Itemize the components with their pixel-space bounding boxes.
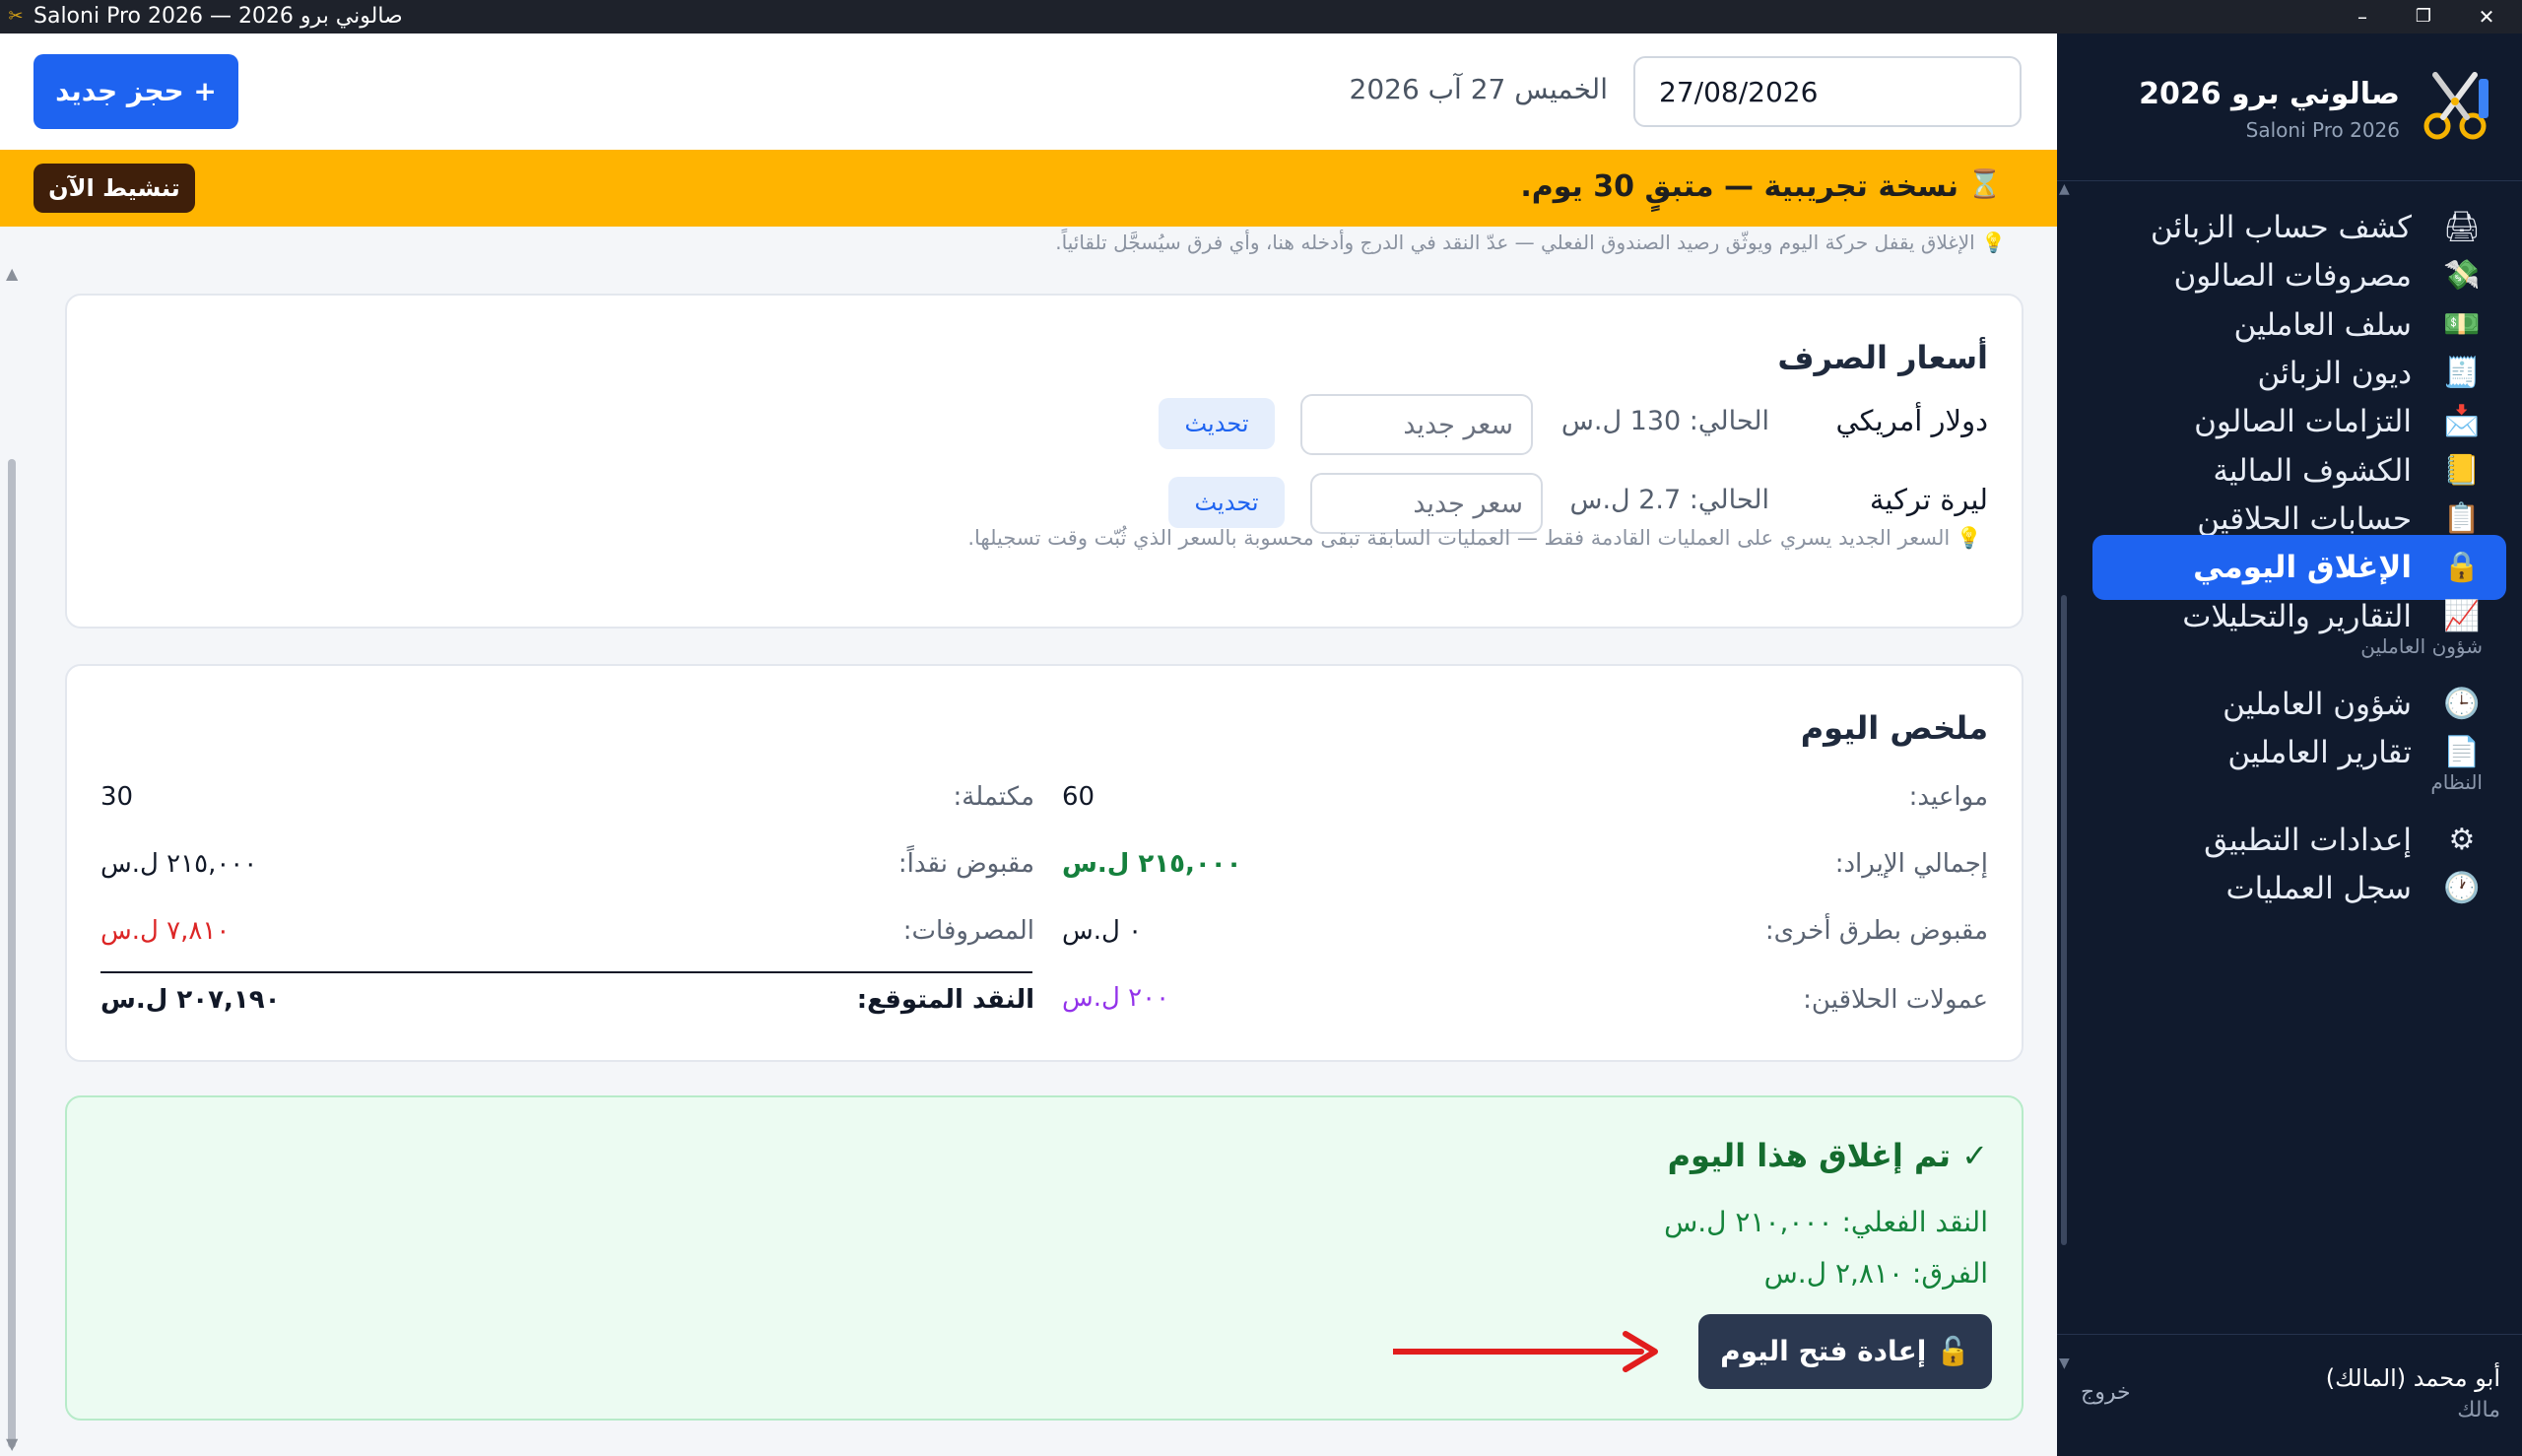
expected-cash-value: ٢٠٧,١٩٠ ل.س [100,985,281,1015]
expenses-label: المصروفات: [902,916,1034,946]
rate-input-usd[interactable] [1300,394,1533,455]
day-summary-card: ملخص اليوم مواعيد: 60 مكتملة: 30 إجمالي … [65,664,2024,1062]
document-icon: 📄 [2443,735,2481,769]
expenses-value: ٧,٨١٠ ل.س [100,916,231,946]
sidebar-item-label: ديون الزبائن [2257,356,2412,391]
revenue-label: إجمالي الإيراد: [1834,849,1988,879]
scissors-logo-icon [2423,72,2489,140]
sidebar-item-label: تقارير العاملين [2227,735,2412,770]
folder-icon: 📒 [2443,453,2481,488]
rates-note: 💡 السعر الجديد يسري على العمليات القادمة… [967,526,1982,550]
barber-commissions-label: عمولات الحلاقين: [1803,985,1988,1015]
scroll-up-arrow-icon[interactable]: ▲ [2059,181,2070,197]
lock-icon: 🔒 [2443,550,2481,584]
brand-subtitle: Saloni Pro 2026 [2245,118,2400,142]
scroll-down-arrow-icon[interactable]: ▼ [6,1434,18,1453]
user-name: أبو محمد (المالك) [2325,1364,2500,1392]
completed-label: مكتملة: [953,782,1034,812]
section-label-system: النظام [2430,770,2483,794]
difference-text: الفرق: ٢,٨١٠ ل.س [1763,1257,1988,1290]
banknote-icon: 💵 [2443,307,2481,342]
gear-icon: ⚙ [2448,823,2476,857]
window-titlebar: ✂ Saloni Pro 2026 — صالوني برو 2026 – ❐ … [0,0,2522,33]
sidebar-item-label: حسابات الحلاقين [2197,501,2412,537]
main-scrollbar[interactable]: ▲ ▼ [0,227,20,1456]
sidebar: صالوني برو 2026 Saloni Pro 2026 ▲ ▼ 🖨 كش… [2057,33,2522,1456]
day-summary-title: ملخص اليوم [1800,709,1988,747]
expected-cash-label: النقد المتوقع: [856,985,1034,1015]
rate-current-usd: الحالي: 130 ل.س [1560,406,1769,436]
day-closed-title: ✓ تم إغلاق هذا اليوم [1667,1137,1988,1174]
cash-received-label: مقبوض نقداً: [897,849,1034,879]
activate-now-button[interactable]: تنشيط الآن [33,164,195,213]
sidebar-item-label: إعدادات التطبيق [2204,823,2412,858]
date-label: الخميس 27 آب 2026 [1349,73,1608,105]
other-payments-label: مقبوض بطرق أخرى: [1764,916,1988,946]
sidebar-item-label: سجل العمليات [2225,871,2413,906]
completed-value: 30 [100,782,134,812]
window-title: Saloni Pro 2026 — صالوني برو 2026 [33,4,403,29]
appointments-value: 60 [1062,782,1095,812]
sidebar-footer: أبو محمد (المالك) مالك خروج [2057,1334,2522,1456]
sidebar-item-label: الكشوف المالية [2213,453,2412,489]
sidebar-scrollbar[interactable]: ▲ ▼ [2057,181,2073,1373]
sidebar-item-label: سلف العاملين [2233,307,2412,343]
printer-icon: 🖨 [2442,210,2481,244]
trial-banner: ⌛ نسخة تجريبية — متبقٍ 30 يوم. تنشيط الآ… [0,150,2057,227]
clipboard-icon: 📋 [2443,501,2481,536]
reopen-day-button[interactable]: 🔓 إعادة فتح اليوم [1698,1314,1992,1389]
chart-icon: 📈 [2443,599,2481,633]
day-closed-card: ✓ تم إغلاق هذا اليوم النقد الفعلي: ٢١٠,٠… [65,1095,2024,1421]
exchange-rates-title: أسعار الصرف [1777,339,1988,376]
app-icon: ✂ [8,6,24,27]
new-booking-button[interactable]: + حجز جديد [33,54,238,129]
closing-hint: 💡 الإغلاق يقفل حركة اليوم ويوثّق رصيد ال… [1055,231,2006,254]
close-button[interactable]: ✕ [2459,0,2514,33]
exchange-rates-card: أسعار الصرف دولار أمريكي الحالي: 130 ل.س… [65,294,2024,629]
main-content: الخميس 27 آب 2026 + حجز جديد ⌛ نسخة تجري… [0,33,2057,1456]
logout-button[interactable]: خروج [2081,1380,2131,1405]
main-scroll-thumb[interactable] [8,459,16,1448]
receipt-icon: 🧾 [2443,356,2481,390]
cash-received-value: ٢١٥,٠٠٠ ل.س [100,849,258,879]
minimize-button[interactable]: – [2335,0,2390,33]
sidebar-item-label: مصروفات الصالون [2173,258,2412,294]
section-label-staff: شؤون العاملين [2360,634,2483,658]
rate-input-try[interactable] [1310,473,1543,534]
sidebar-scroll-thumb[interactable] [2061,595,2067,1245]
top-bar: الخميس 27 آب 2026 + حجز جديد [0,33,2057,150]
sidebar-item-label: شؤون العاملين [2223,687,2412,722]
sidebar-item-activity-log[interactable]: 🕐 سجل العمليات [2092,856,2506,921]
maximize-button[interactable]: ❐ [2396,0,2451,33]
sidebar-item-label: التزامات الصالون [2194,404,2412,439]
update-rate-try-button[interactable]: تحديث [1168,477,1285,528]
brand-title: صالوني برو 2026 [2139,77,2400,111]
annotation-arrow-icon [1393,1331,1658,1372]
clock-icon: 🕐 [2443,871,2481,905]
actual-cash-text: النقد الفعلي: ٢١٠,٠٠٠ ل.س [1664,1206,1988,1238]
hourglass-icon: ⌛ [1967,167,2002,200]
scroll-up-arrow-icon[interactable]: ▲ [6,264,18,283]
brand-header: صالوني برو 2026 Saloni Pro 2026 [2057,33,2522,181]
money-wings-icon: 💸 [2443,258,2481,293]
appointments-label: مواعيد: [1908,782,1988,812]
date-input[interactable] [1633,56,2022,127]
user-role: مالك [2457,1398,2500,1423]
other-payments-value: ٠ ل.س [1062,916,1143,946]
update-rate-usd-button[interactable]: تحديث [1159,398,1275,449]
sidebar-item-label: كشف حساب الزبائن [2150,210,2412,245]
rate-name-try: ليرة تركية [1869,483,1988,516]
sidebar-item-label: الإغلاق اليومي [2193,550,2412,585]
inbox-tray-icon: 📩 [2443,404,2481,438]
revenue-value: ٢١٥,٠٠٠ ل.س [1062,849,1242,879]
barber-commissions-value: ٢٠٠ ل.س [1062,983,1170,1013]
summary-divider [100,971,1032,973]
clock-icon: 🕒 [2443,687,2481,721]
rate-current-try: الحالي: 2.7 ل.س [1569,485,1770,515]
rate-name-usd: دولار أمريكي [1835,404,1988,437]
trial-text: نسخة تجريبية — متبقٍ 30 يوم. [1520,169,1958,204]
sidebar-item-label: التقارير والتحليلات [2182,599,2412,634]
